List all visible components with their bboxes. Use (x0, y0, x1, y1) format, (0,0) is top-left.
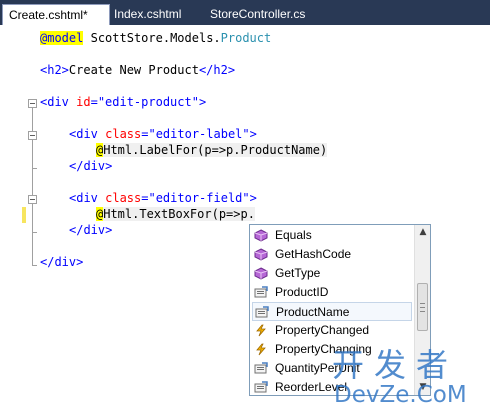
scroll-up-icon[interactable]: ▲ (417, 226, 429, 238)
property-icon (254, 381, 268, 393)
tag-open: <h2> (40, 63, 69, 77)
razor-expression: Html.LabelFor(p=>p.ProductName) (103, 143, 328, 157)
outline-guide-end (32, 232, 37, 233)
attribute-value: "editor-field" (148, 191, 250, 205)
tag-close: </h2> (198, 63, 236, 77)
code-line-div-close[interactable]: </div> (69, 222, 112, 238)
code-line-div-editor-label[interactable]: <div class="editor-label"> (69, 126, 257, 142)
tag-open: <div (40, 95, 77, 109)
collapse-icon[interactable] (28, 131, 37, 140)
property-icon (254, 362, 268, 374)
attribute-name: class (105, 127, 142, 141)
attribute-value: "editor-label" (148, 127, 250, 141)
tab-label: Create.cshtml* (9, 8, 88, 22)
tab-create-cshtml[interactable]: Create.cshtml* (2, 4, 110, 25)
completion-item-gethashcode[interactable]: GetHashCode (252, 245, 412, 264)
tab-index-cshtml[interactable]: Index.cshtml (108, 4, 204, 25)
completion-item-label: GetHashCode (275, 247, 352, 261)
code-line-div-editor-field[interactable]: <div class="editor-field"> (69, 190, 257, 206)
completion-item-label: Equals (275, 228, 312, 242)
attribute-name: id (76, 95, 91, 109)
property-icon (254, 286, 268, 298)
equals-sign: = (90, 95, 98, 109)
razor-directive: @model (40, 31, 84, 45)
editor-gutter (0, 25, 24, 416)
outline-guide-end (32, 265, 37, 266)
completion-item-equals[interactable]: Equals (252, 226, 412, 245)
completion-item-propertychanged[interactable]: PropertyChanged (252, 321, 412, 340)
method-icon (254, 229, 268, 242)
completion-item-productname[interactable]: ProductName (252, 302, 412, 321)
code-line-div-close-outer[interactable]: </div> (40, 254, 83, 270)
grip-icon (420, 303, 425, 312)
namespace: ScottStore.Models. (90, 31, 221, 45)
code-line-labelfor[interactable]: @Html.LabelFor(p=>p.ProductName) (96, 142, 328, 158)
scrollbar-thumb[interactable] (417, 283, 428, 331)
completion-item-productid[interactable]: ProductID (252, 283, 412, 302)
collapse-icon[interactable] (28, 195, 37, 204)
code-line-model[interactable]: @model ScottStore.Models.Product (40, 30, 271, 46)
tab-storecontroller-cs[interactable]: StoreController.cs (204, 4, 334, 25)
tag-open: <div (69, 191, 106, 205)
completion-item-label: ProductName (276, 305, 350, 319)
tab-label: Index.cshtml (114, 7, 182, 21)
code-line-div-close[interactable]: </div> (69, 158, 112, 174)
method-icon (254, 267, 268, 280)
code-line-div-edit-product[interactable]: <div id="edit-product"> (40, 94, 206, 110)
outline-guide-end (32, 168, 37, 169)
method-icon (254, 248, 268, 261)
attribute-value: "edit-product" (97, 95, 199, 109)
tag-end: > (249, 191, 257, 205)
event-icon (256, 343, 266, 356)
attribute-name: class (105, 191, 142, 205)
unsaved-change-marker (22, 207, 26, 223)
tab-label: StoreController.cs (210, 7, 306, 21)
completion-item-gettype[interactable]: GetType (252, 264, 412, 283)
completion-item-label: PropertyChanged (275, 323, 370, 337)
code-line-h2[interactable]: <h2>Create New Product</h2> (40, 62, 235, 78)
event-icon (256, 324, 266, 337)
property-icon (255, 306, 269, 318)
tag-end: > (249, 127, 257, 141)
document-tab-strip: Create.cshtml* Index.cshtml StoreControl… (0, 0, 490, 25)
completion-item-label: GetType (275, 266, 321, 280)
completion-item-label: ProductID (275, 285, 329, 299)
tag-open: <div (69, 127, 106, 141)
watermark-logo-text: DevZe.CoM (334, 382, 467, 408)
code-line-textboxfor[interactable]: @Html.TextBoxFor(p=>p. (96, 206, 255, 222)
heading-text: Create New Product (68, 63, 199, 77)
tag-end: > (198, 95, 207, 109)
watermark-logo-chinese: 开发者 (332, 346, 459, 384)
collapse-icon[interactable] (28, 99, 37, 108)
razor-expression: Html.TextBoxFor(p=>p. (103, 207, 255, 221)
type-name: Product (220, 31, 272, 45)
